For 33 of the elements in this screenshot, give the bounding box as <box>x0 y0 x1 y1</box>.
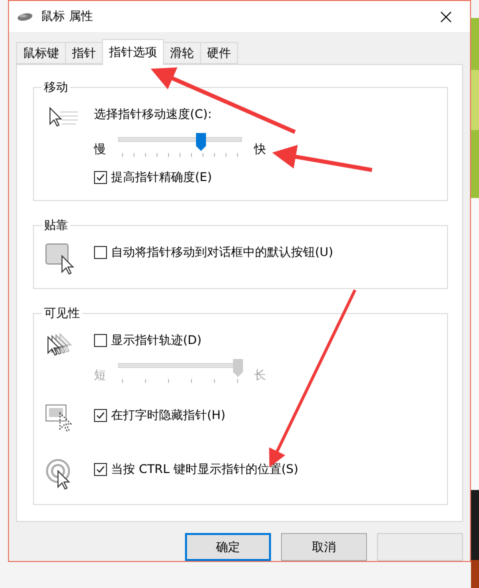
slider[interactable] <box>118 359 242 386</box>
slider-min-label: 短 <box>94 367 106 384</box>
tab[interactable]: 指针选项 <box>102 39 164 66</box>
checkbox[interactable] <box>94 334 107 348</box>
checkbox-label: 显示指针轨迹(D) <box>111 332 202 350</box>
checkbox-label: 提高指针精确度(E) <box>111 169 212 186</box>
dialog-button[interactable]: 确定 <box>185 533 271 561</box>
checkbox[interactable] <box>94 409 107 422</box>
slider-max-label: 快 <box>254 141 266 158</box>
group-title: 移动 <box>43 79 69 96</box>
slider-max-label: 长 <box>254 367 266 384</box>
checkbox-label: 自动将指针移动到对话框中的默认按钮(U) <box>111 244 334 262</box>
mouse-icon <box>17 12 33 22</box>
slider[interactable] <box>118 133 242 160</box>
checkbox[interactable] <box>94 171 107 184</box>
tick-marks-icon <box>122 153 238 158</box>
window-title: 鼠标 属性 <box>41 8 94 26</box>
speed-label: 选择指针移动速度(C): <box>94 106 213 124</box>
tick-marks-icon <box>122 379 238 384</box>
slider-min-label: 慢 <box>94 141 106 158</box>
group-title: 贴靠 <box>43 217 69 234</box>
checkbox[interactable] <box>94 463 107 476</box>
tab[interactable]: 指针 <box>65 42 103 64</box>
checkbox-label: 在打字时隐藏指针(H) <box>111 407 226 424</box>
tab[interactable]: 鼠标键 <box>16 42 66 64</box>
checkbox[interactable] <box>94 246 107 260</box>
dialog-button[interactable]: 取消 <box>281 533 367 561</box>
tab[interactable]: 滑轮 <box>163 42 201 64</box>
group-title: 可见性 <box>43 305 81 322</box>
tab[interactable]: 硬件 <box>200 42 238 64</box>
slider-thumb[interactable] <box>196 133 206 152</box>
checkbox-label: 当按 CTRL 键时显示指针的位置(S) <box>111 461 298 478</box>
close-icon <box>440 10 452 23</box>
